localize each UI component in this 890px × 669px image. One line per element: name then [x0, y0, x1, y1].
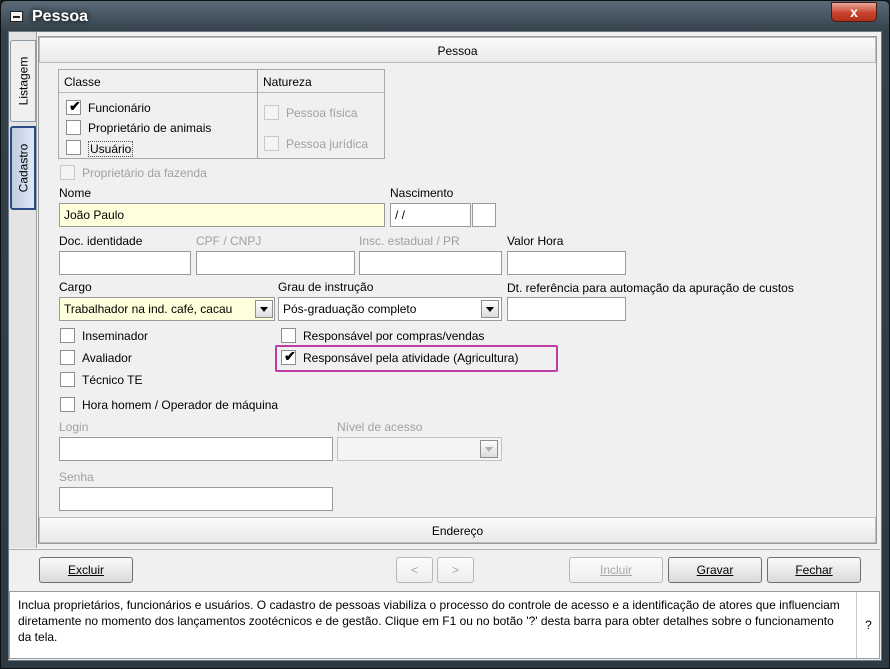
avaliador-checkbox[interactable] — [60, 350, 75, 365]
hora-homem-label: Hora homem / Operador de máquina — [82, 398, 279, 412]
inseminador-label: Inseminador — [82, 329, 149, 343]
cargo-label: Cargo — [59, 280, 92, 294]
resp-atividade-checkbox[interactable]: ✔ — [281, 348, 296, 365]
close-button[interactable]: x — [831, 2, 877, 22]
nome-label: Nome — [59, 186, 92, 200]
tecnico-te-label: Técnico TE — [82, 373, 143, 387]
divider — [258, 92, 384, 93]
help-text: Inclua proprietários, funcionários e usu… — [18, 598, 840, 644]
insc-estadual-input[interactable] — [359, 251, 502, 275]
next-button[interactable]: > — [437, 557, 474, 583]
usuario-checkbox[interactable] — [66, 140, 81, 155]
grau-instrucao-select[interactable]: Pós-graduação completo — [278, 297, 502, 321]
proprietario-animais-checkbox[interactable] — [66, 120, 81, 135]
grau-instrucao-dropdown-button[interactable] — [481, 300, 499, 318]
pessoa-juridica-checkbox[interactable] — [264, 136, 279, 151]
divider — [59, 92, 257, 93]
excluir-label: Excluir — [67, 563, 104, 577]
pessoa-fisica-label: Pessoa física — [286, 106, 358, 120]
tab-listagem-label: Listagem — [16, 56, 31, 106]
tecnico-te-checkbox[interactable] — [60, 372, 75, 387]
proprietario-fazenda-checkbox[interactable] — [60, 165, 75, 180]
cpf-cnpj-input[interactable] — [196, 251, 355, 275]
doc-identidade-input[interactable] — [59, 251, 191, 275]
usuario-label: Usuário — [88, 141, 134, 157]
inseminador-checkbox[interactable] — [60, 328, 75, 343]
resp-compras-checkbox[interactable] — [281, 328, 296, 343]
tab-listagem[interactable]: Listagem — [10, 40, 36, 122]
login-label: Login — [59, 420, 89, 434]
incluir-button[interactable]: Incluir — [569, 557, 663, 583]
incluir-label: Incluir — [599, 563, 632, 577]
dt-referencia-label: Dt. referência para automação da apuraçã… — [507, 281, 794, 295]
tab-cadastro[interactable]: Cadastro — [10, 126, 36, 210]
nome-input[interactable]: João Paulo — [59, 203, 385, 227]
window-title: Pessoa — [32, 8, 89, 25]
cargo-dropdown-button[interactable] — [255, 300, 273, 318]
doc-identidade-label: Doc. identidade — [59, 234, 143, 248]
avaliador-label: Avaliador — [82, 351, 132, 365]
nascimento-input[interactable]: / / — [390, 203, 471, 227]
excluir-button[interactable]: Excluir — [39, 557, 133, 583]
classe-group: Classe ✔ Funcionário Proprietário de ani… — [58, 69, 258, 159]
window-menu-icon[interactable] — [10, 11, 23, 22]
cargo-select[interactable]: Trabalhador na ind. café, cacau — [59, 297, 275, 321]
help-button[interactable]: ? — [856, 592, 880, 658]
resp-atividade-label: Responsável pela atividade (Agricultura) — [303, 351, 519, 365]
form-panel: Pessoa Classe ✔ Funcionário Proprietário… — [38, 36, 877, 544]
title-bar[interactable]: Pessoa x — [1, 1, 887, 31]
proprietario-fazenda-label: Proprietário da fazenda — [82, 166, 207, 180]
senha-label: Senha — [59, 470, 94, 484]
section-header-pessoa[interactable]: Pessoa — [39, 37, 876, 63]
tab-cadastro-label: Cadastro — [16, 143, 31, 193]
vertical-tab-strip: Listagem Cadastro — [9, 32, 37, 548]
pessoa-fisica-checkbox[interactable] — [264, 105, 279, 120]
insc-estadual-label: Insc. estadual / PR — [359, 234, 460, 248]
fechar-button[interactable]: Fechar — [767, 557, 861, 583]
nivel-acesso-label: Nível de acesso — [337, 420, 423, 434]
valor-hora-input[interactable] — [507, 251, 626, 275]
nascimento-label: Nascimento — [390, 186, 454, 200]
section-header-endereco[interactable]: Endereço — [39, 517, 876, 543]
fechar-label: Fechar — [795, 563, 833, 577]
proprietario-animais-label: Proprietário de animais — [88, 121, 212, 135]
cpf-cnpj-label: CPF / CNPJ — [196, 234, 262, 248]
nivel-acesso-select[interactable] — [337, 437, 502, 461]
funcionario-checkbox[interactable]: ✔ — [66, 98, 81, 115]
pessoa-juridica-label: Pessoa jurídica — [286, 137, 369, 151]
hora-homem-checkbox[interactable] — [60, 397, 75, 412]
senha-input[interactable] — [59, 487, 333, 511]
valor-hora-label: Valor Hora — [507, 234, 564, 248]
nivel-acesso-dropdown-button[interactable] — [480, 440, 498, 458]
gravar-button[interactable]: Gravar — [668, 557, 762, 583]
dt-referencia-input[interactable] — [507, 297, 626, 321]
grau-instrucao-label: Grau de instrução — [278, 280, 374, 294]
nascimento-calendar-button[interactable] — [472, 203, 496, 227]
classe-header: Classe — [64, 75, 101, 89]
resp-compras-label: Responsável por compras/vendas — [303, 329, 485, 343]
funcionario-label: Funcionário — [88, 101, 151, 115]
prev-button[interactable]: < — [396, 557, 433, 583]
natureza-group: Natureza Pessoa física Pessoa jurídica — [257, 69, 385, 159]
gravar-label: Gravar — [696, 563, 734, 577]
help-bar: Inclua proprietários, funcionários e usu… — [9, 591, 880, 659]
natureza-header: Natureza — [263, 75, 312, 89]
login-input[interactable] — [59, 437, 333, 461]
